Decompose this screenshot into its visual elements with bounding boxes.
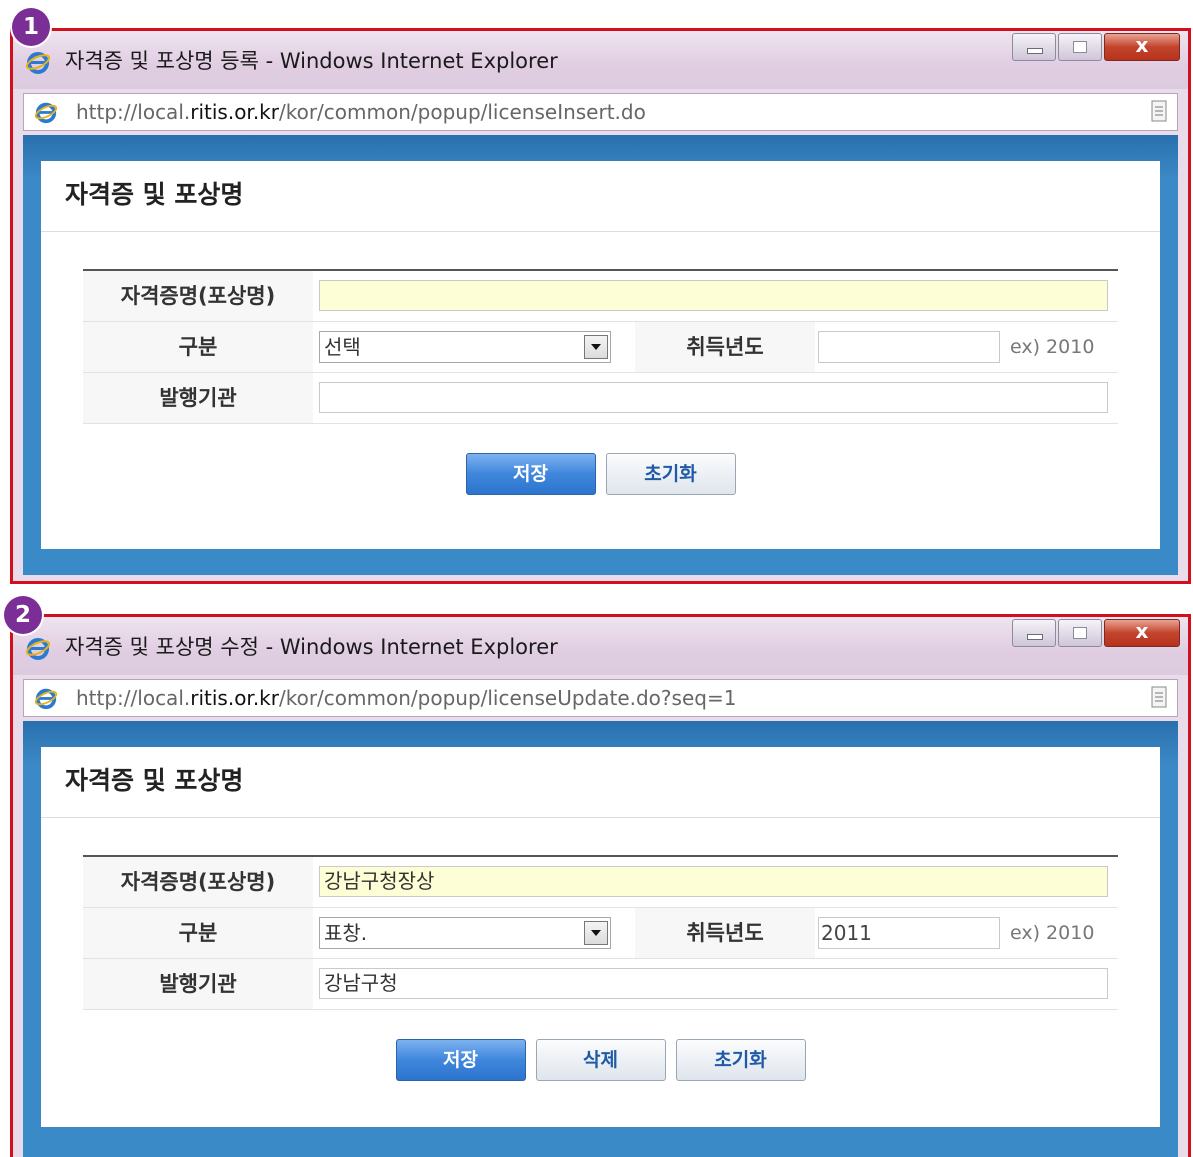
dialog-title: 자격증 및 포상명: [65, 766, 244, 795]
window-controls: x: [1010, 33, 1180, 63]
form-row-issuer: 발행기관: [83, 373, 1118, 424]
license-form: 자격증명(포상명) 강남구청장상 구분 표창. 취득년도 2011 ex) 20…: [83, 855, 1118, 1010]
maximize-icon: [1073, 627, 1087, 639]
reset-button[interactable]: 초기화: [675, 1039, 806, 1081]
maximize-icon: [1073, 41, 1087, 53]
form-row-category: 구분 선택 취득년도 ex) 2010: [83, 322, 1118, 373]
ie-logo-icon: [25, 52, 51, 74]
page-menu-icon[interactable]: [1151, 686, 1167, 708]
license-dialog: 자격증 및 포상명 자격증명(포상명) 강남구청장상 구분 표창. 취득년도 2…: [41, 747, 1160, 1127]
issuer-label: 발행기관: [83, 373, 313, 423]
form-row-name: 자격증명(포상명): [83, 271, 1118, 322]
popup-content-frame: 자격증 및 포상명 자격증명(포상명) 구분 선택 취득년도 ex) 2010: [23, 135, 1178, 575]
minimize-button[interactable]: [1012, 33, 1056, 61]
close-button[interactable]: x: [1104, 33, 1180, 61]
category-select[interactable]: 선택: [319, 331, 611, 363]
year-hint: ex) 2010: [1010, 922, 1095, 944]
ie-page-icon: [34, 688, 58, 710]
category-label: 구분: [83, 908, 313, 958]
category-selected-value: 선택: [324, 335, 361, 359]
license-form: 자격증명(포상명) 구분 선택 취득년도 ex) 2010 발행기관: [83, 269, 1118, 424]
issuer-input[interactable]: 강남구청: [319, 968, 1108, 999]
dialog-header: 자격증 및 포상명: [41, 747, 1160, 818]
minimize-button[interactable]: [1012, 619, 1056, 647]
category-label: 구분: [83, 322, 313, 372]
save-button[interactable]: 저장: [465, 453, 596, 495]
address-url: http://local.ritis.or.kr/kor/common/popu…: [76, 100, 646, 124]
year-hint: ex) 2010: [1010, 336, 1095, 358]
ie-logo-icon: [25, 638, 51, 660]
year-label: 취득년도: [635, 908, 815, 958]
form-row-category: 구분 표창. 취득년도 2011 ex) 2010: [83, 908, 1118, 959]
dialog-title: 자격증 및 포상명: [65, 180, 244, 209]
issuer-label: 발행기관: [83, 959, 313, 1009]
minimize-icon: [1027, 634, 1043, 640]
close-icon: x: [1135, 619, 1149, 643]
issuer-input[interactable]: [319, 382, 1108, 413]
window-title: 자격증 및 포상명 등록 - Windows Internet Explorer: [65, 49, 558, 73]
window-titlebar: 자격증 및 포상명 등록 - Windows Internet Explorer…: [13, 31, 1188, 89]
close-button[interactable]: x: [1104, 619, 1180, 647]
dialog-header: 자격증 및 포상명: [41, 161, 1160, 232]
year-label: 취득년도: [635, 322, 815, 372]
acquisition-year-input[interactable]: 2011: [818, 917, 1000, 949]
dropdown-arrow-icon[interactable]: [584, 921, 608, 945]
category-selected-value: 표창.: [324, 921, 368, 945]
ie-page-icon: [34, 102, 58, 124]
url-prefix: http://local.: [76, 100, 191, 124]
popup-content-frame: 자격증 및 포상명 자격증명(포상명) 강남구청장상 구분 표창. 취득년도 2…: [23, 721, 1178, 1157]
step-badge-1: 1: [12, 8, 50, 46]
name-label: 자격증명(포상명): [83, 857, 313, 907]
reset-button[interactable]: 초기화: [605, 453, 736, 495]
button-row: 저장 초기화: [41, 453, 1160, 495]
license-name-input[interactable]: [319, 280, 1108, 311]
close-icon: x: [1135, 33, 1149, 57]
url-path: /kor/common/popup/licenseInsert.do: [278, 100, 646, 124]
name-label: 자격증명(포상명): [83, 271, 313, 321]
button-row: 저장 삭제 초기화: [41, 1039, 1160, 1081]
license-dialog: 자격증 및 포상명 자격증명(포상명) 구분 선택 취득년도 ex) 2010: [41, 161, 1160, 549]
window-titlebar: 자격증 및 포상명 수정 - Windows Internet Explorer…: [13, 617, 1188, 675]
dropdown-arrow-icon[interactable]: [584, 335, 608, 359]
acquisition-year-input[interactable]: [818, 331, 1000, 363]
address-bar[interactable]: http://local.ritis.or.kr/kor/common/popu…: [23, 93, 1178, 131]
form-row-issuer: 발행기관 강남구청: [83, 959, 1118, 1010]
url-prefix: http://local.: [76, 686, 191, 710]
window-controls: x: [1010, 619, 1180, 649]
license-update-window: 자격증 및 포상명 수정 - Windows Internet Explorer…: [10, 614, 1191, 1157]
step-badge-2: 2: [4, 596, 42, 634]
save-button[interactable]: 저장: [395, 1039, 526, 1081]
license-name-input[interactable]: 강남구청장상: [319, 866, 1108, 897]
url-host: ritis.or.kr: [190, 100, 279, 124]
window-title: 자격증 및 포상명 수정 - Windows Internet Explorer: [65, 635, 558, 659]
page-menu-icon[interactable]: [1151, 100, 1167, 122]
url-path: /kor/common/popup/licenseUpdate.do?seq=1: [278, 686, 737, 710]
delete-button[interactable]: 삭제: [535, 1039, 666, 1081]
form-row-name: 자격증명(포상명) 강남구청장상: [83, 857, 1118, 908]
maximize-button[interactable]: [1058, 619, 1102, 647]
maximize-button[interactable]: [1058, 33, 1102, 61]
minimize-icon: [1027, 48, 1043, 54]
url-host: ritis.or.kr: [190, 686, 279, 710]
address-bar[interactable]: http://local.ritis.or.kr/kor/common/popu…: [23, 679, 1178, 717]
license-insert-window: 자격증 및 포상명 등록 - Windows Internet Explorer…: [10, 28, 1191, 584]
address-url: http://local.ritis.or.kr/kor/common/popu…: [76, 686, 736, 710]
category-select[interactable]: 표창.: [319, 917, 611, 949]
